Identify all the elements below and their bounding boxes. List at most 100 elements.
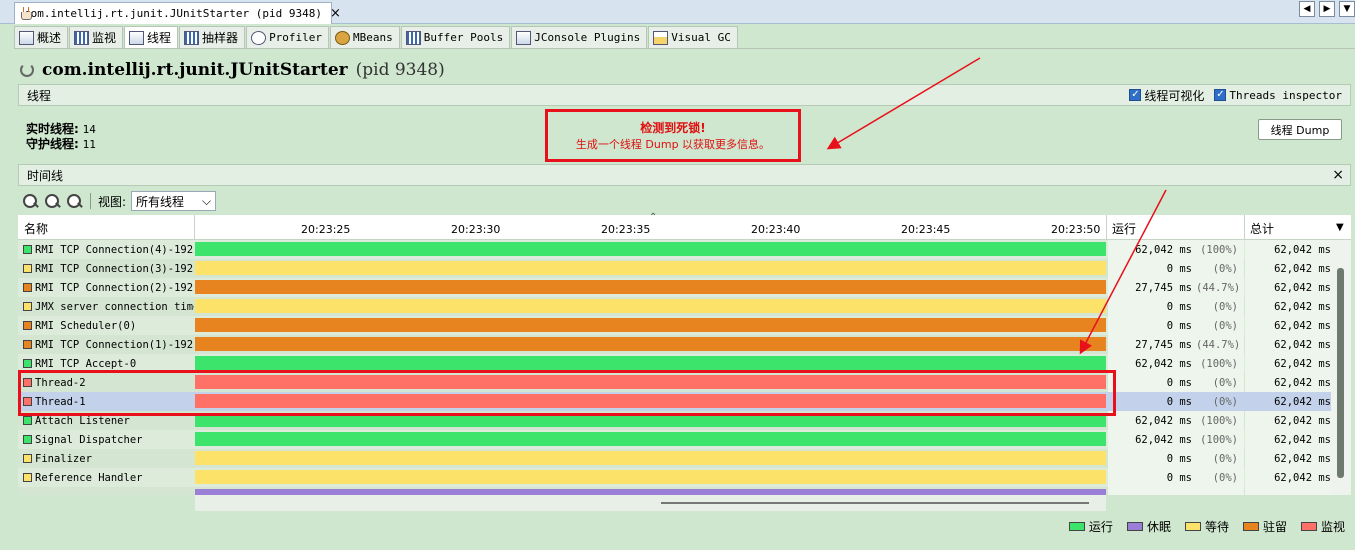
tab-mbeans[interactable]: MBeans [330, 26, 400, 48]
thread-row[interactable]: RMI TCP Connection(1)-192.1 27,745 ms (44… [18, 335, 1351, 354]
view-select[interactable]: 所有线程 ⌵ [131, 191, 217, 211]
running-cell: 62,042 ms (100%) [1108, 240, 1244, 259]
total-cell [1245, 487, 1335, 495]
column-divider[interactable] [194, 215, 195, 240]
visualize-threads-checkbox[interactable]: ✓ 线程可视化 [1129, 87, 1204, 104]
thread-row[interactable]: RMI Scheduler(0) 0 ms (0%) 62,042 ms [18, 316, 1351, 335]
total-time: 62,042 ms [1274, 395, 1331, 408]
thread-row[interactable]: Reference Handler 0 ms (0%) 62,042 ms [18, 468, 1351, 487]
checkbox-label: 线程可视化 [1144, 88, 1205, 103]
thread-name: RMI Scheduler(0) [35, 319, 137, 332]
scroll-tabs-right-button[interactable]: ▶ [1319, 1, 1335, 17]
tab-overview[interactable]: 概述 [14, 26, 69, 48]
sampler-icon [184, 30, 200, 45]
legend-label: 驻留 [1262, 520, 1287, 534]
threads-inspector-checkbox[interactable]: ✓ Threads inspector [1214, 89, 1342, 102]
scroll-tabs-left-button[interactable]: ◀ [1299, 1, 1315, 17]
running-cell: 62,042 ms (100%) [1108, 430, 1244, 449]
thread-row[interactable]: RMI TCP Connection(4)-192.1 62,042 ms (10… [18, 240, 1351, 259]
tab-label: 监视 [92, 31, 117, 45]
tab-jconsole-plugins[interactable]: JConsole Plugins [511, 26, 648, 48]
tab-list-menu-button[interactable]: ▼ [1339, 1, 1355, 17]
total-cell: 62,042 ms [1245, 373, 1335, 392]
total-time: 62,042 ms [1274, 319, 1331, 332]
document-tab[interactable]: com.intellij.rt.junit.JUnitStarter (pid … [14, 2, 341, 24]
vertical-scrollbar[interactable] [1331, 240, 1351, 495]
legend-item-monitor: 监视 [1300, 518, 1345, 535]
running-time: 0 ms [1166, 452, 1192, 465]
scrollbar-thumb[interactable] [1337, 268, 1344, 478]
thread-row[interactable]: Signal Dispatcher 62,042 ms (100%) 62,042… [18, 430, 1351, 449]
thread-row[interactable]: RMI TCP Connection(3)-192.1 0 ms (0%) 62,… [18, 259, 1351, 278]
zoom-out-icon[interactable] [44, 193, 61, 210]
total-time: 62,042 ms [1274, 414, 1331, 427]
time-tick-label: 20:23:25 [301, 223, 351, 236]
daemon-threads-value: 11 [82, 138, 96, 151]
deadlock-threads-highlight [18, 370, 1116, 416]
running-time: 62,042 ms [1135, 357, 1192, 370]
tab-label: 线程 [147, 31, 172, 45]
running-percent: (100%) [1200, 414, 1238, 427]
document-tab-title: com.intellij.rt.junit.JUnitStarter (pid … [24, 7, 323, 20]
running-cell: 27,745 ms (44.7%) [1108, 335, 1244, 354]
tab-threads[interactable]: 线程 [124, 26, 179, 48]
running-cell: 0 ms (0%) [1108, 297, 1244, 316]
tab-profiler[interactable]: Profiler [246, 26, 330, 48]
thread-state-bar [195, 280, 1106, 294]
buffer-pools-icon [405, 30, 421, 45]
deadlock-title: 检测到死锁! [640, 121, 706, 135]
column-header-total[interactable]: 总计 [1250, 220, 1274, 237]
running-time: 0 ms [1166, 376, 1192, 389]
thread-row[interactable]: RMI TCP Connection(2)-192.1 27,745 ms (44… [18, 278, 1351, 297]
thread-row[interactable] [18, 487, 1351, 495]
thread-state-icon [23, 321, 32, 330]
thread-state-bar [195, 299, 1106, 313]
running-percent: (100%) [1200, 433, 1238, 446]
running-cell: 0 ms (0%) [1108, 316, 1244, 335]
thread-row[interactable]: Finalizer 0 ms (0%) 62,042 ms [18, 449, 1351, 468]
running-time: 0 ms [1166, 471, 1192, 484]
tab-visual-gc[interactable]: Visual GC [648, 26, 738, 48]
state-legend: 运行 休眠 等待 驻留 监视 [1068, 518, 1345, 535]
threads-options: ✓ 线程可视化 ✓ Threads inspector [1129, 87, 1342, 104]
running-percent: (44.7%) [1196, 338, 1241, 351]
tab-sampler[interactable]: 抽样器 [179, 26, 246, 48]
loading-spinner-icon [20, 63, 34, 77]
thread-state-icon [23, 302, 32, 311]
time-tick-label: 20:23:30 [451, 223, 501, 236]
column-divider[interactable] [1106, 215, 1107, 240]
profiler-icon [251, 30, 267, 45]
column-header-running[interactable]: 运行 [1112, 220, 1136, 237]
tab-buffer-pools[interactable]: Buffer Pools [400, 26, 511, 48]
thread-name: RMI TCP Connection(4)-192.1 [35, 243, 194, 256]
column-header-name[interactable]: 名称 [24, 220, 48, 237]
time-tick-label: 20:23:50 [1051, 223, 1101, 236]
running-cell [1108, 487, 1244, 495]
thread-row[interactable]: JMX server connection time 0 ms (0%) 62,0… [18, 297, 1351, 316]
thread-dump-button[interactable]: 线程 Dump [1258, 119, 1342, 140]
live-threads-label: 实时线程: [26, 122, 79, 136]
close-timeline-icon[interactable]: × [1332, 167, 1344, 183]
legend-swatch [1126, 522, 1143, 531]
zoom-fit-icon[interactable] [66, 193, 83, 210]
thread-state-icon [23, 264, 32, 273]
thread-state-icon [23, 473, 32, 482]
close-tab-icon[interactable]: × [330, 6, 341, 21]
horizontal-scrollbar[interactable] [195, 495, 1106, 511]
running-time: 0 ms [1166, 300, 1192, 313]
view-select-value: 所有线程 [136, 194, 185, 209]
thread-name: RMI TCP Accept-0 [35, 357, 137, 370]
running-time: 62,042 ms [1135, 243, 1192, 256]
thread-name-cell: RMI TCP Connection(3)-192.1 [18, 259, 194, 278]
running-percent: (0%) [1212, 319, 1238, 332]
tab-monitor[interactable]: 监视 [69, 26, 124, 48]
total-cell: 62,042 ms [1245, 449, 1335, 468]
column-divider[interactable] [1244, 215, 1245, 240]
tab-label: MBeans [353, 31, 393, 44]
sort-ascending-icon: ⌃ [649, 212, 658, 223]
running-time: 27,745 ms [1135, 338, 1192, 351]
thread-state-bar [195, 261, 1106, 275]
column-menu-icon[interactable]: ▼ [1336, 222, 1344, 233]
zoom-in-icon[interactable] [22, 193, 39, 210]
scrollbar-thumb[interactable] [661, 502, 1089, 504]
